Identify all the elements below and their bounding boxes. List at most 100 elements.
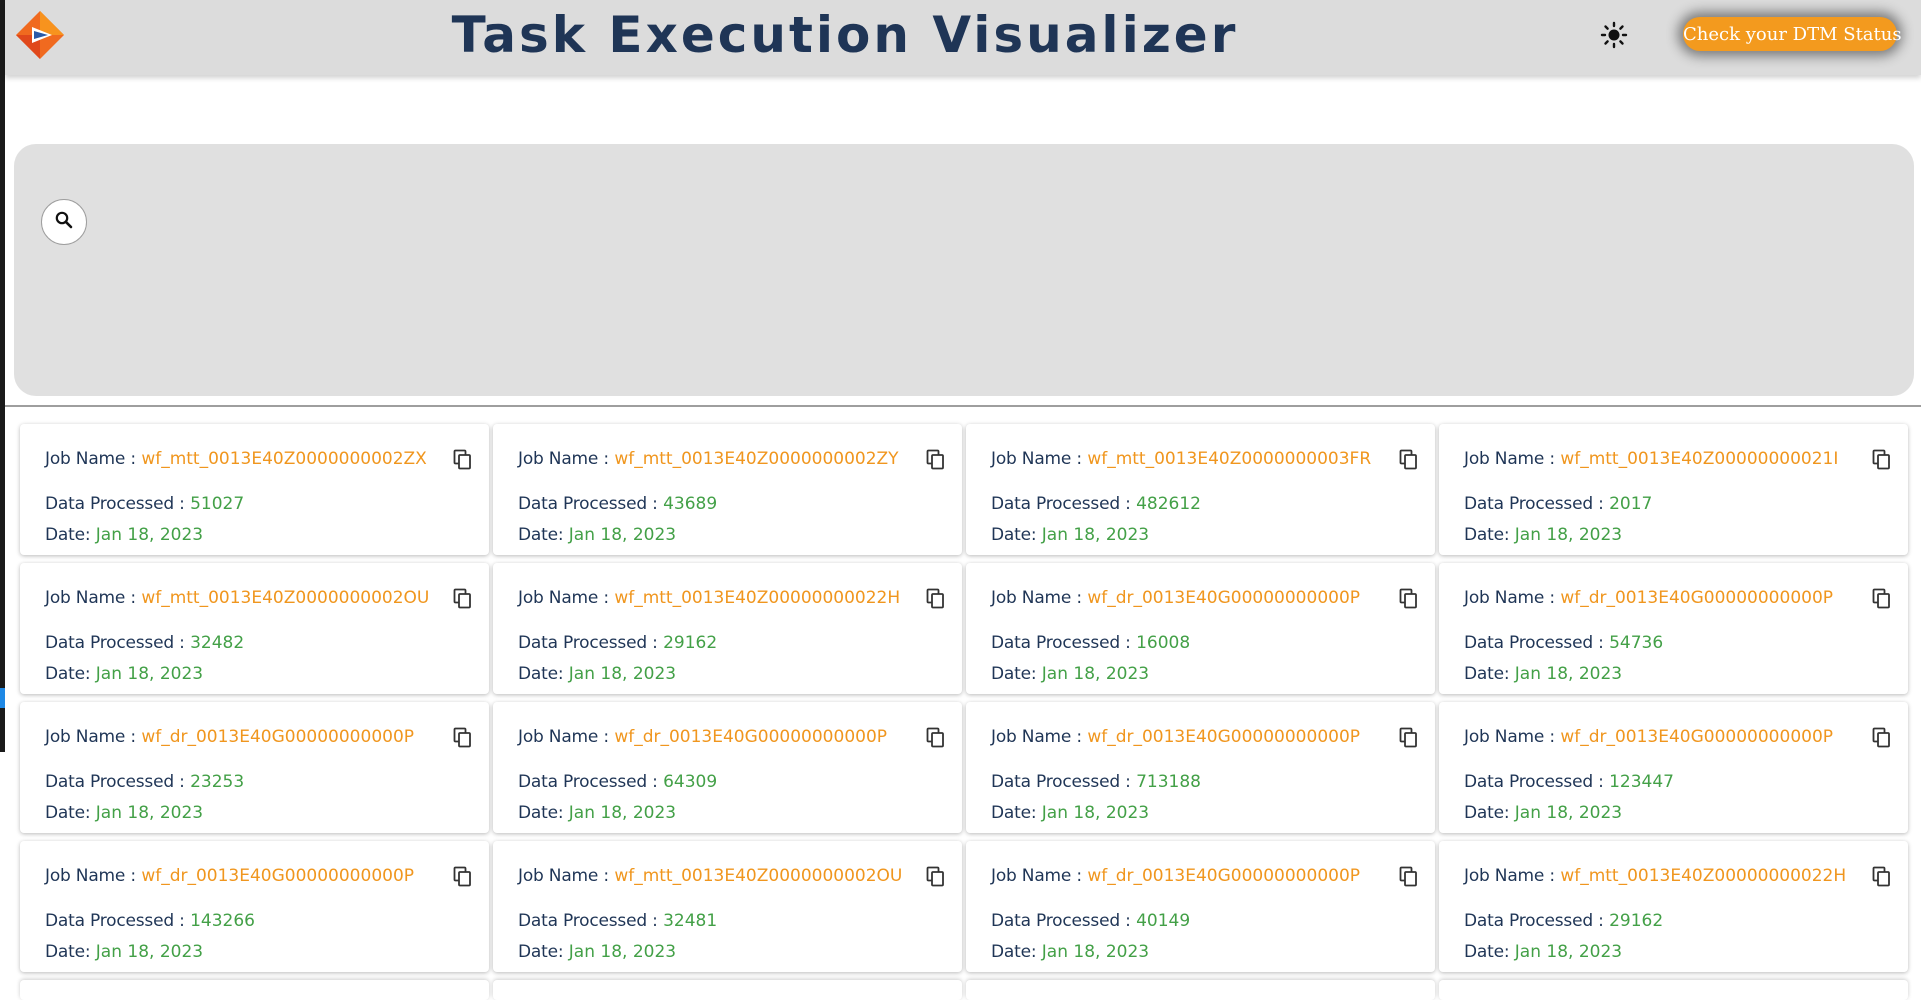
copy-icon[interactable] bbox=[453, 727, 473, 749]
job-card-partial[interactable] bbox=[1439, 980, 1908, 1000]
job-name-value: wf_dr_0013E40G00000000000P bbox=[614, 727, 888, 747]
data-processed-value: 23253 bbox=[190, 772, 245, 792]
copy-icon[interactable] bbox=[926, 588, 946, 610]
date-value: Jan 18, 2023 bbox=[1041, 664, 1150, 684]
copy-icon[interactable] bbox=[453, 449, 473, 471]
copy-icon[interactable] bbox=[1399, 449, 1419, 471]
job-card-partial[interactable] bbox=[20, 980, 489, 1000]
search-button[interactable] bbox=[41, 199, 87, 245]
data-processed-value: 123447 bbox=[1609, 772, 1674, 792]
job-name-label: Job Name : bbox=[518, 727, 609, 747]
date-label: Date: bbox=[45, 664, 91, 684]
job-name-value: wf_dr_0013E40G00000000000P bbox=[141, 727, 415, 747]
job-card[interactable]: Job Name : wf_mtt_0013E40Z00000000022H D… bbox=[1439, 841, 1908, 972]
date-label: Date: bbox=[991, 664, 1037, 684]
date-value: Jan 18, 2023 bbox=[95, 942, 204, 962]
date-row: Date: Jan 18, 2023 bbox=[45, 942, 203, 962]
date-value: Jan 18, 2023 bbox=[568, 803, 677, 823]
job-card[interactable]: Job Name : wf_dr_0013E40G00000000000P Da… bbox=[966, 702, 1435, 833]
job-name-label: Job Name : bbox=[45, 588, 136, 608]
copy-icon[interactable] bbox=[1872, 588, 1892, 610]
data-processed-value: 2017 bbox=[1609, 494, 1653, 514]
sun-icon[interactable] bbox=[1599, 20, 1629, 50]
job-card[interactable]: Job Name : wf_dr_0013E40G00000000000P Da… bbox=[966, 563, 1435, 694]
job-name-row: Job Name : wf_dr_0013E40G00000000000P bbox=[518, 727, 887, 747]
date-value: Jan 18, 2023 bbox=[1514, 525, 1623, 545]
date-row: Date: Jan 18, 2023 bbox=[991, 664, 1149, 684]
date-label: Date: bbox=[45, 525, 91, 545]
job-card[interactable]: Job Name : wf_mtt_0013E40Z0000000002ZX D… bbox=[20, 424, 489, 555]
job-card[interactable]: Job Name : wf_mtt_0013E40Z0000000002OU D… bbox=[20, 563, 489, 694]
job-card[interactable]: Job Name : wf_mtt_0013E40Z0000000003FR D… bbox=[966, 424, 1435, 555]
data-processed-value: 29162 bbox=[1609, 911, 1664, 931]
copy-icon[interactable] bbox=[1399, 866, 1419, 888]
copy-icon[interactable] bbox=[1399, 588, 1419, 610]
job-card-partial[interactable] bbox=[966, 980, 1435, 1000]
job-name-row: Job Name : wf_mtt_0013E40Z0000000002OU bbox=[518, 866, 902, 886]
job-card[interactable]: Job Name : wf_dr_0013E40G00000000000P Da… bbox=[493, 702, 962, 833]
job-name-value: wf_mtt_0013E40Z0000000002ZX bbox=[141, 449, 427, 469]
date-row: Date: Jan 18, 2023 bbox=[45, 525, 203, 545]
job-card[interactable]: Job Name : wf_mtt_0013E40Z00000000021I D… bbox=[1439, 424, 1908, 555]
data-processed-label: Data Processed : bbox=[45, 633, 185, 653]
job-name-label: Job Name : bbox=[518, 866, 609, 886]
data-processed-label: Data Processed : bbox=[991, 911, 1131, 931]
job-card[interactable]: Job Name : wf_dr_0013E40G00000000000P Da… bbox=[20, 841, 489, 972]
data-processed-value: 143266 bbox=[190, 911, 255, 931]
job-name-row: Job Name : wf_mtt_0013E40Z00000000022H bbox=[1464, 866, 1846, 886]
job-card[interactable]: Job Name : wf_mtt_0013E40Z00000000022H D… bbox=[493, 563, 962, 694]
data-processed-value: 713188 bbox=[1136, 772, 1201, 792]
copy-icon[interactable] bbox=[1399, 727, 1419, 749]
data-processed-row: Data Processed : 16008 bbox=[991, 633, 1190, 653]
copy-icon[interactable] bbox=[926, 449, 946, 471]
job-name-label: Job Name : bbox=[45, 449, 136, 469]
date-label: Date: bbox=[518, 803, 564, 823]
job-card[interactable]: Job Name : wf_dr_0013E40G00000000000P Da… bbox=[1439, 563, 1908, 694]
data-processed-label: Data Processed : bbox=[991, 494, 1131, 514]
date-value: Jan 18, 2023 bbox=[1514, 664, 1623, 684]
copy-icon[interactable] bbox=[926, 866, 946, 888]
copy-icon[interactable] bbox=[1872, 727, 1892, 749]
job-name-row: Job Name : wf_mtt_0013E40Z0000000002ZX bbox=[45, 449, 427, 469]
job-card[interactable]: Job Name : wf_dr_0013E40G00000000000P Da… bbox=[1439, 702, 1908, 833]
job-card-partial[interactable] bbox=[493, 980, 962, 1000]
job-name-row: Job Name : wf_dr_0013E40G00000000000P bbox=[991, 588, 1360, 608]
copy-icon[interactable] bbox=[453, 588, 473, 610]
copy-icon[interactable] bbox=[926, 727, 946, 749]
copy-icon[interactable] bbox=[1872, 866, 1892, 888]
date-row: Date: Jan 18, 2023 bbox=[45, 664, 203, 684]
date-row: Date: Jan 18, 2023 bbox=[1464, 942, 1622, 962]
job-card[interactable]: Job Name : wf_dr_0013E40G00000000000P Da… bbox=[20, 702, 489, 833]
dtm-status-button[interactable]: Check your DTM Status bbox=[1683, 17, 1902, 51]
job-card-grid: Job Name : wf_mtt_0013E40Z0000000002ZX D… bbox=[20, 424, 1910, 1000]
job-card[interactable]: Job Name : wf_mtt_0013E40Z0000000002OU D… bbox=[493, 841, 962, 972]
date-value: Jan 18, 2023 bbox=[1514, 803, 1623, 823]
job-card[interactable]: Job Name : wf_mtt_0013E40Z0000000002ZY D… bbox=[493, 424, 962, 555]
data-processed-label: Data Processed : bbox=[1464, 772, 1604, 792]
date-value: Jan 18, 2023 bbox=[1041, 525, 1150, 545]
data-processed-label: Data Processed : bbox=[45, 911, 185, 931]
job-name-row: Job Name : wf_mtt_0013E40Z0000000003FR bbox=[991, 449, 1371, 469]
data-processed-row: Data Processed : 123447 bbox=[1464, 772, 1674, 792]
job-name-value: wf_dr_0013E40G00000000000P bbox=[1560, 588, 1834, 608]
date-row: Date: Jan 18, 2023 bbox=[991, 803, 1149, 823]
data-processed-row: Data Processed : 29162 bbox=[1464, 911, 1663, 931]
date-row: Date: Jan 18, 2023 bbox=[518, 803, 676, 823]
date-row: Date: Jan 18, 2023 bbox=[1464, 664, 1622, 684]
data-processed-row: Data Processed : 32482 bbox=[45, 633, 244, 653]
job-name-value: wf_mtt_0013E40Z00000000021I bbox=[1560, 449, 1839, 469]
data-processed-label: Data Processed : bbox=[518, 494, 658, 514]
date-value: Jan 18, 2023 bbox=[95, 664, 204, 684]
date-value: Jan 18, 2023 bbox=[1041, 803, 1150, 823]
job-card[interactable]: Job Name : wf_dr_0013E40G00000000000P Da… bbox=[966, 841, 1435, 972]
copy-icon[interactable] bbox=[1872, 449, 1892, 471]
copy-icon[interactable] bbox=[453, 866, 473, 888]
data-processed-row: Data Processed : 23253 bbox=[45, 772, 244, 792]
left-edge-bar bbox=[0, 0, 5, 752]
job-name-label: Job Name : bbox=[991, 866, 1082, 886]
date-row: Date: Jan 18, 2023 bbox=[1464, 803, 1622, 823]
job-name-value: wf_mtt_0013E40Z0000000003FR bbox=[1087, 449, 1372, 469]
job-name-row: Job Name : wf_dr_0013E40G00000000000P bbox=[45, 727, 414, 747]
job-name-value: wf_mtt_0013E40Z0000000002ZY bbox=[614, 449, 899, 469]
data-processed-value: 40149 bbox=[1136, 911, 1191, 931]
